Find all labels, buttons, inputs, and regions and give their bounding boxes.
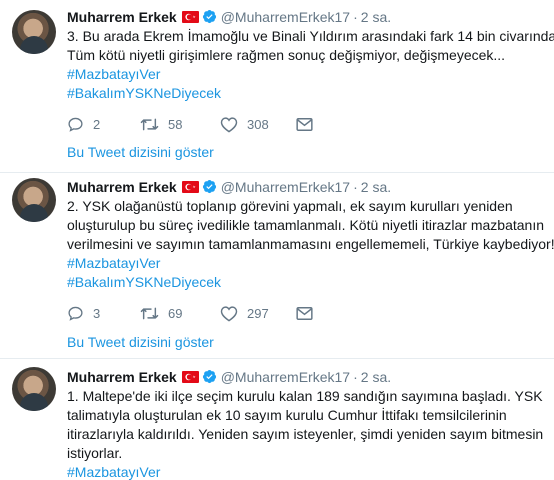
verified-icon	[202, 369, 216, 384]
avatar[interactable]	[12, 10, 56, 54]
tweet-1[interactable]: Muharrem Erkek @MuharremErkek17 · 2 sa. 3. …	[0, 0, 554, 172]
show-thread-link[interactable]: Bu Tweet dizisini göster	[67, 144, 214, 160]
heart-icon	[220, 116, 238, 132]
retweet-icon	[140, 307, 159, 319]
like-button[interactable]: 297	[220, 304, 269, 322]
tweet-header: Muharrem Erkek @MuharremErkek17 · 2 sa.	[67, 368, 391, 386]
tweet-2[interactable]: Muharrem Erkek @MuharremErkek17 · 2 sa. 2. …	[0, 173, 554, 358]
reply-count: 2	[93, 116, 101, 132]
tweet-text: 1. Maltepe'de iki ilçe seçim kurulu kala…	[67, 387, 547, 480]
like-button[interactable]: 308	[220, 115, 269, 133]
tweet-3[interactable]: Muharrem Erkek @MuharremErkek17 · 2 sa. 1. …	[0, 359, 554, 480]
tweet-text-line: 3. Bu arada Ekrem İmamoğlu ve Binali Yıl…	[67, 28, 554, 44]
envelope-icon	[296, 306, 313, 320]
author-handle[interactable]: @MuharremErkek17	[221, 369, 350, 385]
retweet-icon	[140, 118, 159, 130]
avatar[interactable]	[12, 178, 56, 222]
tweet-text-line: verilmesini ve sayımın tamamlanmamasını …	[67, 236, 554, 252]
reply-count: 3	[93, 305, 101, 321]
tweet-text-line: talimatıyla oluşturulan ek 10 sayım kuru…	[67, 407, 507, 423]
tweet-text-line: 2. YSK olağanüstü toplanıp görevini yapm…	[67, 198, 513, 214]
retweet-count: 69	[168, 305, 183, 321]
direct-message-button[interactable]	[296, 304, 313, 322]
reply-button[interactable]: 3	[67, 304, 100, 322]
author-name[interactable]: Muharrem Erkek	[67, 9, 177, 25]
tweet-text-line: oluşturulup bu süreç ivedilikle tamamlan…	[67, 217, 544, 233]
separator-dot: ·	[353, 369, 358, 385]
author-name[interactable]: Muharrem Erkek	[67, 369, 177, 385]
heart-icon	[220, 305, 238, 321]
verified-icon	[202, 179, 216, 194]
tweet-header: Muharrem Erkek @MuharremErkek17 · 2 sa.	[67, 8, 391, 26]
hashtag-link[interactable]: #MazbatayıVer	[67, 254, 547, 273]
author-handle[interactable]: @MuharremErkek17	[221, 179, 350, 195]
reply-icon	[68, 306, 83, 321]
author-name[interactable]: Muharrem Erkek	[67, 179, 177, 195]
envelope-icon	[296, 117, 313, 131]
tweet-text-line: istiyorlar.	[67, 445, 123, 461]
tweet-text: 2. YSK olağanüstü toplanıp görevini yapm…	[67, 197, 554, 292]
tweet-text-line: itirazlarıyla kaldırıldı. Yeniden sayım …	[67, 426, 544, 442]
tweet-time[interactable]: 2 sa.	[361, 9, 391, 25]
tweet-text: 3. Bu arada Ekrem İmamoğlu ve Binali Yıl…	[67, 27, 554, 103]
hashtag-link[interactable]: #MazbatayıVer	[67, 65, 547, 84]
retweet-button[interactable]: 58	[140, 115, 182, 133]
tweet-time[interactable]: 2 sa.	[361, 179, 391, 195]
avatar[interactable]	[12, 367, 56, 411]
separator-dot: ·	[353, 179, 358, 195]
tweet-text-line: 1. Maltepe'de iki ilçe seçim kurulu kala…	[67, 388, 543, 404]
like-count: 297	[247, 305, 269, 321]
show-thread-link[interactable]: Bu Tweet dizisini göster	[67, 334, 214, 350]
author-handle[interactable]: @MuharremErkek17	[221, 9, 350, 25]
separator-dot: ·	[353, 9, 358, 25]
turkey-flag-icon	[181, 181, 199, 193]
verified-icon	[202, 9, 216, 24]
reply-button[interactable]: 2	[67, 115, 100, 133]
retweet-count: 58	[168, 116, 183, 132]
turkey-flag-icon	[181, 11, 199, 23]
reply-icon	[68, 117, 83, 132]
tweet-header: Muharrem Erkek @MuharremErkek17 · 2 sa.	[67, 178, 391, 196]
retweet-button[interactable]: 69	[140, 304, 182, 322]
tweet-time[interactable]: 2 sa.	[361, 369, 391, 385]
hashtag-link[interactable]: #BakalımYSKNeDiyecek	[67, 84, 547, 103]
hashtag-link[interactable]: #MazbatayıVer	[67, 463, 547, 480]
hashtag-link[interactable]: #BakalımYSKNeDiyecek	[67, 273, 547, 292]
turkey-flag-icon	[181, 371, 199, 383]
direct-message-button[interactable]	[296, 115, 313, 133]
like-count: 308	[247, 116, 269, 132]
tweet-text-line: Tüm kötü niyetli girişimlere rağmen sonu…	[67, 47, 506, 63]
